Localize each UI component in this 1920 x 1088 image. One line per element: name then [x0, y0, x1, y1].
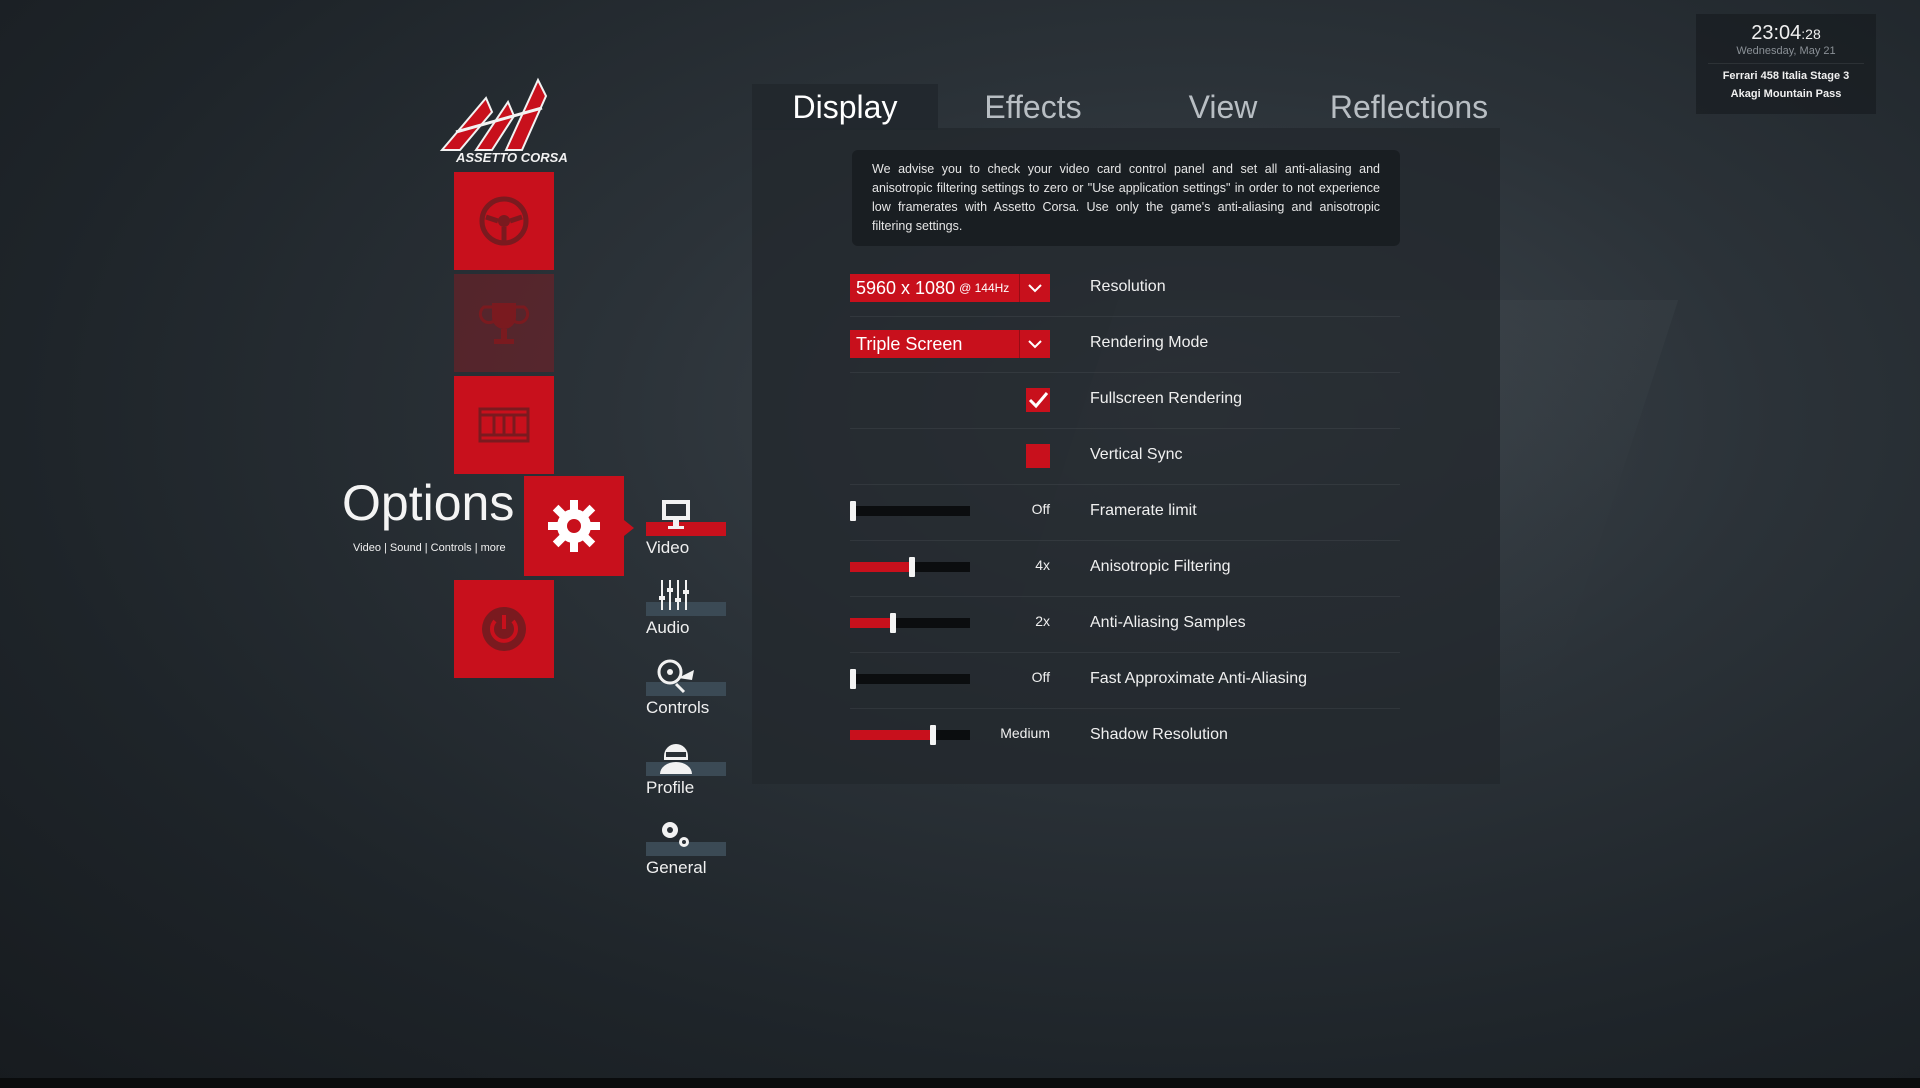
shadow-resolution-slider[interactable]	[850, 725, 970, 745]
slider-handle[interactable]	[850, 501, 856, 521]
quit-menu-tile[interactable]	[454, 580, 554, 678]
tab-effects[interactable]: Effects	[938, 84, 1128, 130]
options-menu-tile[interactable]	[524, 476, 634, 576]
driver-settings-notice: We advise you to check your video card c…	[852, 150, 1400, 246]
slider-handle[interactable]	[890, 613, 897, 633]
gears-icon	[662, 822, 689, 847]
logo-text: ASSETTO CORSA	[456, 150, 568, 165]
chevron-down-icon	[1019, 274, 1042, 302]
setting-vsync: Vertical Sync	[850, 428, 1400, 485]
framerate-limit-slider[interactable]	[850, 501, 970, 521]
setting-anti-aliasing: 2x Anti-Aliasing Samples	[850, 596, 1400, 653]
setting-resolution: 5960 x 1080 @ 144Hz Resolution	[850, 260, 1400, 317]
setting-label: Anti-Aliasing Samples	[1090, 614, 1246, 631]
resolution-value: 5960 x 1080	[856, 277, 956, 298]
setting-label: Resolution	[1090, 278, 1166, 295]
tab-view[interactable]: View	[1128, 84, 1318, 130]
submenu-label: Profile	[646, 778, 695, 797]
setting-shadow-resolution: Medium Shadow Resolution	[850, 708, 1400, 764]
slider-handle[interactable]	[929, 725, 936, 745]
setting-value: Off	[1031, 501, 1050, 517]
clock-hours-minutes: 23:04	[1751, 22, 1802, 44]
slider-handle[interactable]	[909, 557, 916, 577]
options-subtitle: Video | Sound | Controls | more	[353, 542, 506, 554]
setting-value: 4x	[1035, 557, 1050, 573]
monitor-icon	[662, 500, 690, 529]
trophy-icon	[478, 303, 530, 344]
setting-value: Off	[1031, 669, 1050, 685]
chevron-down-icon	[1019, 330, 1042, 358]
vsync-checkbox[interactable]	[1026, 444, 1050, 468]
submenu-controls[interactable]: Controls	[646, 658, 726, 730]
checkmark-icon	[1028, 392, 1049, 409]
setting-framerate-limit: Off Framerate limit	[850, 484, 1400, 541]
replay-menu-tile[interactable]	[454, 376, 554, 474]
session-info-widget: 23:04:28 Wednesday, May 21 Ferrari 458 I…	[1696, 14, 1876, 114]
divider	[1708, 63, 1864, 64]
setting-label: Shadow Resolution	[1090, 726, 1228, 743]
setting-value: Medium	[1000, 725, 1050, 741]
submenu-video[interactable]: Video	[646, 498, 726, 570]
setting-label: Fast Approximate Anti-Aliasing	[1090, 670, 1307, 687]
submenu-label: Video	[646, 538, 690, 557]
rendering-mode-dropdown[interactable]: Triple Screen	[850, 330, 1050, 358]
tab-reflections[interactable]: Reflections	[1318, 84, 1500, 130]
setting-label: Anisotropic Filtering	[1090, 558, 1231, 575]
options-title: Options	[342, 475, 515, 531]
settings-tabs: Display Effects View Reflections	[752, 84, 1500, 130]
anti-aliasing-slider[interactable]	[850, 613, 970, 633]
clock-date: Wednesday, May 21	[1736, 45, 1836, 57]
film-strip-icon	[478, 407, 530, 443]
slider-handle[interactable]	[850, 669, 856, 689]
tab-display[interactable]: Display	[752, 84, 938, 130]
setting-label: Vertical Sync	[1090, 446, 1183, 463]
submenu-profile[interactable]: Profile	[646, 738, 726, 810]
submenu-audio[interactable]: Audio	[646, 578, 726, 650]
setting-fullscreen: Fullscreen Rendering	[850, 372, 1400, 429]
rendering-mode-value: Triple Screen	[856, 333, 963, 354]
submenu-label: General	[646, 858, 707, 877]
controls-icon	[657, 659, 694, 694]
slider-fill	[850, 730, 933, 740]
bottom-bar	[0, 1078, 1920, 1088]
submenu-label: Audio	[646, 618, 690, 637]
submenu-label: Controls	[646, 698, 710, 717]
fxaa-slider[interactable]	[850, 669, 970, 689]
setting-value: 2x	[1035, 613, 1050, 629]
mixer-icon	[659, 580, 689, 610]
slider-fill	[850, 562, 913, 572]
anisotropic-filtering-slider[interactable]	[850, 557, 970, 577]
driver-helmet-icon	[660, 744, 692, 774]
submenu-general[interactable]: General	[646, 818, 726, 890]
resolution-dropdown[interactable]: 5960 x 1080 @ 144Hz	[850, 274, 1050, 302]
selected-track: Akagi Mountain Pass	[1730, 88, 1842, 100]
slider-fill	[850, 618, 894, 628]
steering-wheel-icon	[479, 196, 529, 246]
setting-rendering-mode: Triple Screen Rendering Mode	[850, 316, 1400, 373]
setting-fxaa: Off Fast Approximate Anti-Aliasing	[850, 652, 1400, 709]
setting-label: Fullscreen Rendering	[1090, 390, 1243, 407]
clock-seconds: :28	[1801, 26, 1821, 42]
fullscreen-checkbox[interactable]	[1026, 388, 1050, 412]
selected-car: Ferrari 458 Italia Stage 3	[1722, 70, 1850, 82]
power-icon	[482, 607, 526, 651]
setting-anisotropic-filtering: 4x Anisotropic Filtering	[850, 540, 1400, 597]
drive-menu-tile[interactable]	[454, 172, 554, 270]
career-menu-tile[interactable]	[454, 274, 554, 372]
setting-label: Framerate limit	[1090, 502, 1197, 519]
gear-icon	[548, 500, 600, 552]
setting-label: Rendering Mode	[1090, 334, 1209, 351]
clock-time: 23:04:28	[1696, 22, 1876, 45]
refresh-rate-value: @ 144Hz	[959, 281, 1010, 295]
